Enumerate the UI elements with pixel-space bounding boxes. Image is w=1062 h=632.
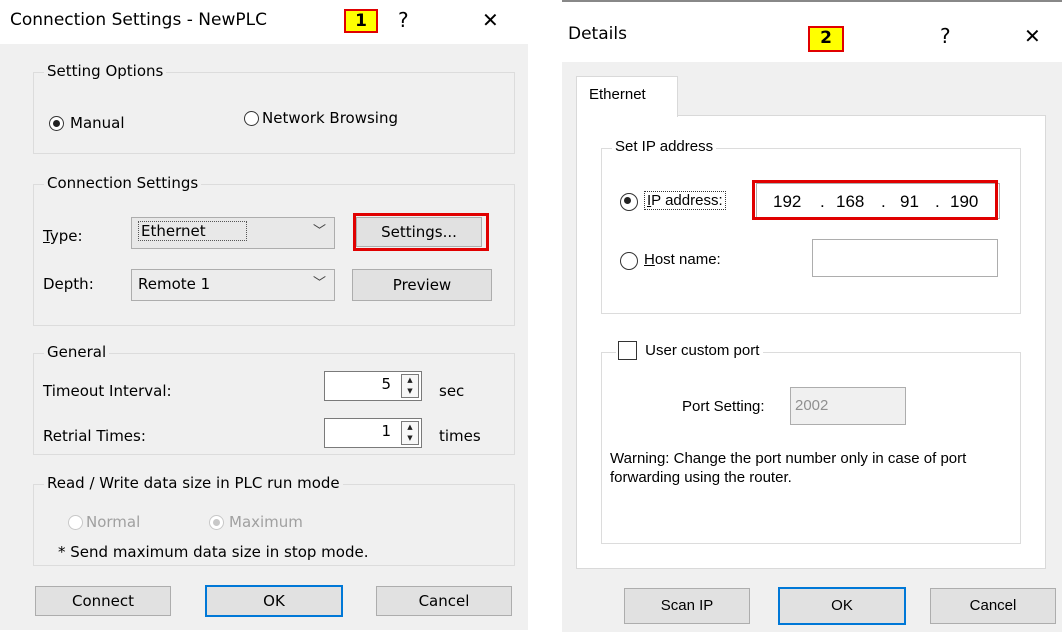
type-label-accelerator: T bbox=[43, 227, 50, 245]
spinner-arrows[interactable]: ▲ ▼ bbox=[401, 421, 419, 445]
title-bar: Details 2 ? ✕ bbox=[562, 2, 1062, 62]
preview-button-label: Preview bbox=[392, 276, 452, 294]
maximum-label: Maximum bbox=[229, 513, 303, 531]
retrial-times-value: 1 bbox=[381, 422, 391, 440]
step-badge: 2 bbox=[808, 26, 844, 52]
custom-port-label: User custom port bbox=[645, 342, 760, 359]
cancel-button-label: Cancel bbox=[418, 592, 470, 610]
rw-data-size-group: Read / Write data size in PLC run mode N… bbox=[33, 474, 515, 566]
custom-port-legend: User custom port bbox=[616, 341, 764, 360]
host-name-label: Host name: bbox=[644, 251, 721, 268]
host-label-accelerator: H bbox=[644, 251, 655, 268]
chevron-down-icon: ﹀ bbox=[312, 276, 326, 291]
host-name-field[interactable] bbox=[812, 239, 998, 277]
timeout-interval-label: Timeout Interval: bbox=[43, 382, 172, 400]
cancel-button-label: Cancel bbox=[969, 597, 1017, 614]
retrial-times-spinner[interactable]: 1 ▲ ▼ bbox=[324, 418, 422, 448]
dialog-title: Details bbox=[568, 24, 627, 44]
timeout-interval-spinner[interactable]: 5 ▲ ▼ bbox=[324, 371, 422, 401]
tab-panel: Set IP address IP address: 192 . 168 . 9… bbox=[576, 115, 1046, 569]
scan-ip-button[interactable]: Scan IP bbox=[624, 588, 750, 624]
connection-settings-group: Connection Settings Type: Ethernet ﹀ Set… bbox=[33, 174, 515, 326]
depth-select[interactable]: Remote 1 ﹀ bbox=[131, 269, 335, 301]
group-legend: Setting Options bbox=[44, 62, 167, 80]
manual-radio[interactable] bbox=[49, 116, 64, 131]
connect-button[interactable]: Connect bbox=[35, 586, 171, 616]
highlight-box bbox=[353, 213, 489, 251]
details-dialog: Details 2 ? ✕ Ethernet Set IP address IP… bbox=[562, 0, 1062, 632]
type-select-value: Ethernet bbox=[138, 221, 247, 241]
network-browsing-radio[interactable] bbox=[244, 111, 259, 126]
port-warning-text: Warning: Change the port number only in … bbox=[610, 450, 967, 486]
connect-button-label: Connect bbox=[71, 592, 135, 610]
cancel-button[interactable]: Cancel bbox=[930, 588, 1056, 624]
normal-label: Normal bbox=[86, 513, 141, 531]
dialog-title: Connection Settings - NewPLC bbox=[10, 10, 267, 30]
timeout-unit: sec bbox=[439, 382, 465, 400]
group-legend: Connection Settings bbox=[44, 174, 202, 192]
spin-up-icon[interactable]: ▲ bbox=[402, 375, 418, 386]
timeout-interval-value: 5 bbox=[381, 375, 391, 393]
ip-address-label: IP address: bbox=[644, 191, 726, 210]
group-legend: Read / Write data size in PLC run mode bbox=[44, 474, 343, 492]
type-label: Type: bbox=[43, 227, 83, 245]
scan-ip-button-label: Scan IP bbox=[660, 597, 714, 614]
port-setting-value: 2002 bbox=[795, 397, 829, 414]
group-legend: General bbox=[44, 343, 110, 361]
stop-mode-note: * Send maximum data size in stop mode. bbox=[58, 543, 369, 561]
ok-button[interactable]: OK bbox=[778, 587, 906, 625]
retrial-times-label: Retrial Times: bbox=[43, 427, 146, 445]
highlight-box bbox=[752, 180, 998, 220]
step-badge: 1 bbox=[344, 9, 378, 33]
ip-label-rest: P address: bbox=[651, 192, 723, 209]
panel-separator bbox=[528, 0, 562, 630]
preview-button[interactable]: Preview bbox=[352, 269, 492, 301]
help-button[interactable]: ? bbox=[940, 24, 951, 48]
manual-label: Manual bbox=[70, 114, 125, 132]
custom-port-checkbox[interactable] bbox=[618, 341, 637, 360]
normal-radio[interactable] bbox=[68, 515, 83, 530]
spinner-arrows[interactable]: ▲ ▼ bbox=[401, 374, 419, 398]
chevron-down-icon: ﹀ bbox=[312, 224, 326, 239]
depth-label: Depth: bbox=[43, 275, 94, 293]
type-select[interactable]: Ethernet ﹀ bbox=[131, 217, 335, 249]
group-legend: Set IP address bbox=[612, 138, 717, 155]
set-ip-group: Set IP address IP address: 192 . 168 . 9… bbox=[601, 138, 1021, 314]
close-button[interactable]: ✕ bbox=[482, 8, 499, 32]
type-label-rest: ype: bbox=[49, 227, 83, 245]
help-button[interactable]: ? bbox=[398, 8, 409, 32]
ok-button-label: OK bbox=[263, 592, 285, 610]
ok-button[interactable]: OK bbox=[205, 585, 343, 617]
host-name-radio[interactable] bbox=[620, 252, 638, 270]
port-setting-label: Port Setting: bbox=[682, 398, 765, 415]
setting-options-group: Setting Options Manual Network Browsing bbox=[33, 62, 515, 154]
maximum-radio[interactable] bbox=[209, 515, 224, 530]
network-browsing-label: Network Browsing bbox=[262, 109, 398, 127]
connection-settings-dialog: Connection Settings - NewPLC 1 ? ✕ Setti… bbox=[0, 0, 528, 630]
spin-up-icon[interactable]: ▲ bbox=[402, 422, 418, 433]
close-button[interactable]: ✕ bbox=[1024, 24, 1041, 48]
ok-button-label: OK bbox=[831, 597, 853, 614]
tab-ethernet-label: Ethernet bbox=[589, 86, 646, 103]
title-bar: Connection Settings - NewPLC 1 ? ✕ bbox=[0, 0, 528, 44]
depth-select-value: Remote 1 bbox=[138, 275, 211, 293]
general-group: General Timeout Interval: 5 ▲ ▼ sec Retri… bbox=[33, 343, 515, 455]
spin-down-icon[interactable]: ▼ bbox=[402, 386, 418, 397]
tab-ethernet[interactable]: Ethernet bbox=[576, 76, 678, 117]
cancel-button[interactable]: Cancel bbox=[376, 586, 512, 616]
custom-port-group: User custom port Port Setting: 2002 Warn… bbox=[601, 341, 1021, 544]
ip-address-radio[interactable] bbox=[620, 193, 638, 211]
retrial-unit: times bbox=[439, 427, 481, 445]
spin-down-icon[interactable]: ▼ bbox=[402, 433, 418, 444]
port-setting-field[interactable]: 2002 bbox=[790, 387, 906, 425]
host-label-rest: ost name: bbox=[654, 251, 721, 268]
